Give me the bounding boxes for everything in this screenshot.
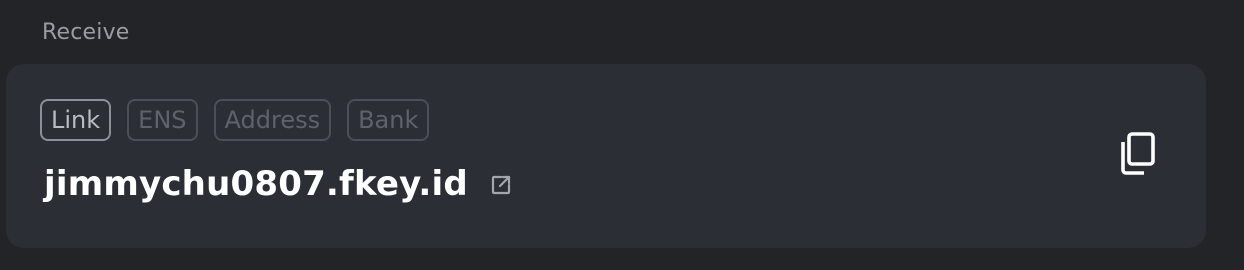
copy-button[interactable]: [1114, 130, 1160, 178]
tab-link[interactable]: Link: [40, 99, 112, 141]
copy-icon: [1121, 132, 1155, 175]
receive-card: Link ENS Address Bank jimmychu0807.fkey.…: [6, 64, 1206, 248]
section-label: Receive: [42, 20, 130, 45]
tab-ens[interactable]: ENS: [127, 99, 198, 141]
tab-address[interactable]: Address: [213, 99, 332, 141]
receive-value-row: jimmychu0807.fkey.id: [44, 164, 514, 204]
receive-type-tabs: Link ENS Address Bank: [40, 99, 430, 141]
receive-link-text: jimmychu0807.fkey.id: [44, 164, 468, 204]
tab-bank[interactable]: Bank: [347, 99, 430, 141]
external-link-icon[interactable]: [488, 172, 514, 198]
